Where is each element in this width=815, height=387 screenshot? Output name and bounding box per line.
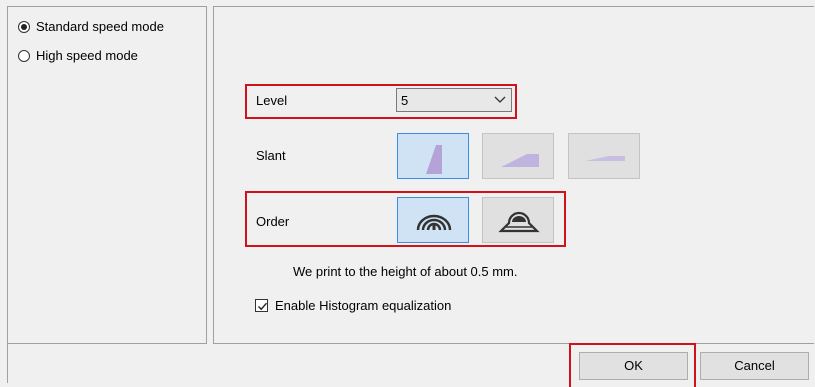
histogram-equalization-label: Enable Histogram equalization bbox=[275, 298, 452, 313]
order-dome-layers-icon bbox=[498, 211, 540, 233]
standard-speed-mode-label: Standard speed mode bbox=[36, 19, 164, 34]
high-speed-mode-option[interactable]: High speed mode bbox=[18, 48, 138, 63]
window-left-edge bbox=[7, 342, 8, 383]
high-speed-mode-radio[interactable] bbox=[18, 49, 30, 62]
checkmark-icon bbox=[258, 302, 268, 311]
print-mode-panel: Standard speed mode High speed mode bbox=[7, 6, 207, 344]
chevron-down-icon bbox=[493, 91, 507, 107]
ok-button[interactable]: OK bbox=[579, 352, 688, 380]
slant-steep-icon bbox=[426, 145, 442, 174]
slant-label: Slant bbox=[256, 148, 286, 163]
order-concentric-arches-icon bbox=[416, 214, 452, 231]
slant-medium-icon bbox=[501, 154, 539, 167]
level-select-value: 5 bbox=[401, 93, 409, 108]
order-concentric-button[interactable] bbox=[397, 197, 469, 243]
slant-medium-button[interactable] bbox=[482, 133, 554, 179]
order-dome-button[interactable] bbox=[482, 197, 554, 243]
order-label: Order bbox=[256, 214, 290, 229]
standard-speed-mode-radio[interactable] bbox=[18, 20, 30, 33]
slant-shallow-icon bbox=[585, 156, 625, 161]
level-label: Level bbox=[256, 93, 288, 108]
level-select[interactable]: 5 bbox=[396, 88, 512, 112]
slant-shallow-button[interactable] bbox=[568, 133, 640, 179]
histogram-equalization-checkbox[interactable] bbox=[255, 299, 268, 312]
height-note: We print to the height of about 0.5 mm. bbox=[293, 264, 518, 279]
cancel-button[interactable]: Cancel bbox=[700, 352, 809, 380]
high-speed-mode-label: High speed mode bbox=[36, 48, 138, 63]
slant-steep-button[interactable] bbox=[397, 133, 469, 179]
standard-speed-mode-option[interactable]: Standard speed mode bbox=[18, 19, 164, 34]
